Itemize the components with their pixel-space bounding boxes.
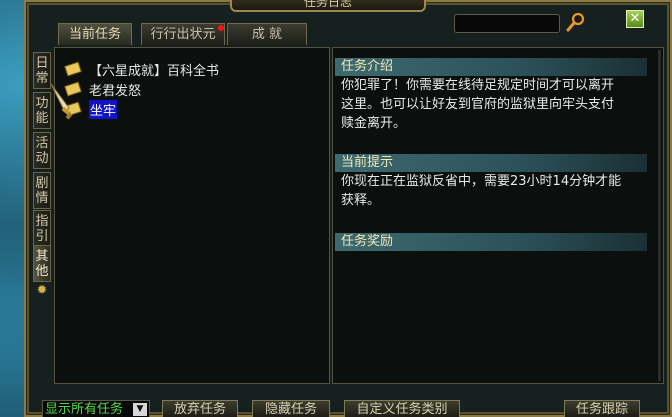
custom-category-button[interactable]: 自定义任务类别 [344, 400, 460, 417]
list-item[interactable]: 【六星成就】百科全书 [63, 60, 220, 79]
side-tab-char: 其 [35, 249, 49, 264]
tab-label: 成 就 [251, 27, 283, 42]
abandon-quest-button[interactable]: 放弃任务 [162, 400, 238, 417]
search-input[interactable] [454, 14, 560, 33]
dropdown-value: 显示所有任务 [45, 402, 124, 417]
quest-title: 坐牢 [89, 99, 118, 119]
show-all-dropdown[interactable]: 显示所有任务 ▼ [42, 400, 150, 417]
side-tab-char: 他 [35, 264, 49, 279]
detail-scrollbar[interactable] [658, 50, 661, 381]
window-title: 任务日志 [230, 0, 426, 12]
close-button[interactable]: ✕ [626, 10, 644, 28]
section-hint-body: 你现在正在监狱反省中，需要23小时14分钟才能 获释。 [341, 172, 649, 210]
section-hint-header: 当前提示 [335, 154, 647, 172]
gear-icon[interactable]: ✹ [35, 284, 49, 298]
intro-line: 这里。也可以让好友到官府的监狱里向牢头支付 [341, 97, 615, 112]
section-intro-body: 你犯罪了！你需要在线待足规定时间才可以离开 这里。也可以让好友到官府的监狱里向牢… [341, 76, 649, 133]
alert-dot-icon [218, 25, 224, 31]
tab-current-quests[interactable]: 当前任务 [58, 23, 132, 45]
tab-label: 当前任务 [68, 27, 121, 42]
side-tab-char: 动 [35, 151, 49, 166]
side-tab-story[interactable]: 剧 情 [33, 172, 51, 209]
scroll-icon [64, 61, 82, 77]
bottom-toolbar: 显示所有任务 ▼ 放弃任务 隐藏任务 自定义任务类别 任务跟踪 [26, 384, 670, 417]
quest-detail-panel: 任务介绍 你犯罪了！你需要在线待足规定时间才可以离开 这里。也可以让好友到官府的… [332, 47, 664, 384]
chevron-down-icon: ▼ [133, 403, 147, 416]
sword-cursor-icon [50, 83, 73, 120]
quest-title: 老君发怒 [89, 83, 142, 99]
magnifier-icon[interactable] [566, 12, 586, 32]
side-tab-char: 活 [35, 136, 49, 151]
intro-line: 你犯罪了！你需要在线待足规定时间才可以离开 [341, 78, 615, 93]
intro-line: 赎金离开。 [341, 116, 407, 131]
side-tab-event[interactable]: 活 动 [33, 132, 51, 169]
side-tab-other[interactable]: 其 他 [33, 245, 51, 282]
side-tab-char: 常 [35, 71, 49, 86]
side-tab-char: 能 [35, 111, 49, 126]
hide-quest-button[interactable]: 隐藏任务 [252, 400, 330, 417]
side-tab-char: 功 [35, 96, 49, 111]
section-reward-header: 任务奖励 [335, 233, 647, 251]
side-tab-char: 剧 [35, 176, 49, 191]
hint-line: 你现在正在监狱反省中，需要23小时14分钟才能 [341, 174, 622, 189]
tab-career[interactable]: 行行出状元 [141, 23, 225, 45]
side-tab-char: 日 [35, 56, 49, 71]
quest-list-panel: 【六星成就】百科全书 老君发怒 坐牢 [50, 47, 330, 384]
quest-log-window: 任务日志 ✕ 当前任务 行行出状元 成 就 日 常 功 能 活 动 剧 情 指 … [24, 0, 672, 417]
side-tab-guide[interactable]: 指 引 [33, 210, 51, 247]
tab-achievements[interactable]: 成 就 [227, 23, 307, 45]
section-intro-header: 任务介绍 [335, 58, 647, 76]
side-tab-char: 情 [35, 191, 49, 206]
hint-line: 获释。 [341, 193, 381, 208]
track-quest-button[interactable]: 任务跟踪 [564, 400, 640, 417]
side-tab-char: 指 [35, 214, 49, 229]
quest-title: 【六星成就】百科全书 [89, 63, 220, 79]
tab-label: 行行出状元 [150, 27, 216, 42]
side-tab-char: 引 [35, 229, 49, 244]
